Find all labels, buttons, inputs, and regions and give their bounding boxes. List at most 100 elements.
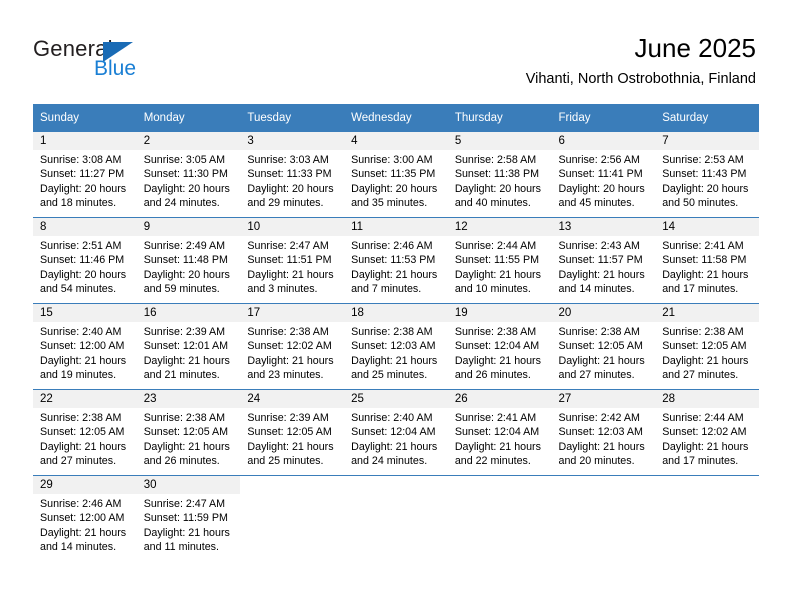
calendar-day-cell[interactable]: 2 Sunrise: 3:05 AM Sunset: 11:30 PM Dayligh… xyxy=(136,131,241,218)
daylight-duration-line1: Daylight: 21 hours xyxy=(662,268,749,281)
daylight-duration-line1: Daylight: 21 hours xyxy=(143,526,230,539)
daylight-duration-line1: Daylight: 20 hours xyxy=(40,182,127,195)
day-number: 9 xyxy=(143,221,151,233)
sunrise-time: Sunrise: 2:38 AM xyxy=(247,326,329,338)
day-cell-inner: 8 Sunrise: 2:51 AM Sunset: 11:46 PM Dayligh… xyxy=(33,218,137,303)
day-cell-inner: 24 Sunrise: 2:39 AM Sunset: 12:05 AM Daylig… xyxy=(240,390,345,475)
day-number: 26 xyxy=(454,393,468,405)
sunset-time: Sunset: 11:48 PM xyxy=(143,254,228,267)
calendar-day-cell[interactable]: 24 Sunrise: 2:39 AM Sunset: 12:05 AM Daylig… xyxy=(240,389,345,476)
sunset-time: Sunset: 11:35 PM xyxy=(351,168,436,181)
day-sun-info: Sunrise: 2:47 AM Sunset: 11:51 PM Daylight… xyxy=(240,236,344,296)
sunrise-time: Sunrise: 2:44 AM xyxy=(662,412,744,424)
sunrise-time: Sunrise: 2:42 AM xyxy=(558,412,640,424)
sunrise-time: Sunrise: 2:38 AM xyxy=(662,326,744,338)
calendar-day-cell[interactable]: 26 Sunrise: 2:41 AM Sunset: 12:04 AM Daylig… xyxy=(447,389,552,476)
calendar-day-cell[interactable]: 5 Sunrise: 2:58 AM Sunset: 11:38 PM Dayligh… xyxy=(447,131,552,218)
calendar-day-cell[interactable]: 3 Sunrise: 3:03 AM Sunset: 11:33 PM Dayligh… xyxy=(240,131,345,218)
calendar-header-row: Sunday Monday Tuesday Wednesday Thursday… xyxy=(33,104,759,132)
day-sun-info: Sunrise: 2:49 AM Sunset: 11:48 PM Daylight… xyxy=(137,236,241,296)
calendar-day-cell[interactable]: 11 Sunrise: 2:46 AM Sunset: 11:53 PM Daylig… xyxy=(344,217,448,304)
calendar-day-cell[interactable]: 18 Sunrise: 2:38 AM Sunset: 12:03 AM Daylig… xyxy=(344,303,448,390)
day-sun-info: Sunrise: 2:40 AM Sunset: 12:04 AM Daylight… xyxy=(344,408,448,468)
daylight-duration-line2: and 24 minutes. xyxy=(351,454,428,467)
sunrise-time: Sunrise: 2:40 AM xyxy=(351,412,433,424)
calendar-day-cell[interactable]: 1 Sunrise: 3:08 AM Sunset: 11:27 PM Dayligh… xyxy=(33,131,137,218)
calendar-day-cell[interactable]: 17 Sunrise: 2:38 AM Sunset: 12:02 AM Daylig… xyxy=(240,303,345,390)
sunrise-time: Sunrise: 2:40 AM xyxy=(40,326,122,338)
day-sun-info: Sunrise: 2:58 AM Sunset: 11:38 PM Daylight… xyxy=(448,150,552,210)
day-number: 30 xyxy=(143,479,157,491)
calendar-day-cell[interactable]: 9 Sunrise: 2:49 AM Sunset: 11:48 PM Dayligh… xyxy=(136,217,241,304)
calendar-week-row: 8 Sunrise: 2:51 AM Sunset: 11:46 PM Dayligh… xyxy=(33,217,759,304)
day-sun-info: Sunrise: 2:56 AM Sunset: 11:41 PM Daylight… xyxy=(552,150,656,210)
calendar-day-cell[interactable]: 23 Sunrise: 2:38 AM Sunset: 12:05 AM Daylig… xyxy=(136,389,241,476)
calendar-week-row: 15 Sunrise: 2:40 AM Sunset: 12:00 AM Daylig… xyxy=(33,303,759,390)
calendar-day-cell[interactable]: 12 Sunrise: 2:44 AM Sunset: 11:55 PM Daylig… xyxy=(447,217,552,304)
sunrise-time: Sunrise: 2:41 AM xyxy=(454,412,537,424)
sunrise-time: Sunrise: 3:00 AM xyxy=(351,154,433,166)
calendar-page: General Blue June 2025 Vihanti, North Os… xyxy=(0,0,792,612)
day-number: 18 xyxy=(351,307,364,319)
sunrise-time: Sunrise: 2:49 AM xyxy=(143,240,226,252)
day-sun-info: Sunrise: 2:38 AM Sunset: 12:05 AM Daylight… xyxy=(137,408,241,468)
calendar-day-cell[interactable]: 21 Sunrise: 2:38 AM Sunset: 12:05 AM Daylig… xyxy=(655,303,759,390)
daylight-duration-line2: and 24 minutes. xyxy=(143,196,220,209)
calendar-day-cell[interactable]: 19 Sunrise: 2:38 AM Sunset: 12:04 AM Daylig… xyxy=(447,303,552,390)
day-sun-info: Sunrise: 2:38 AM Sunset: 12:03 AM Daylight… xyxy=(344,322,448,382)
daylight-duration-line1: Daylight: 21 hours xyxy=(454,354,541,367)
calendar-day-cell[interactable]: 14 Sunrise: 2:41 AM Sunset: 11:58 PM Daylig… xyxy=(655,217,759,304)
calendar-day-cell[interactable]: 29 Sunrise: 2:46 AM Sunset: 12:00 AM Daylig… xyxy=(33,475,137,561)
day-number: 28 xyxy=(662,393,676,405)
daylight-duration-line2: and 17 minutes. xyxy=(662,282,739,295)
day-sun-info: Sunrise: 3:05 AM Sunset: 11:30 PM Daylight… xyxy=(137,150,241,210)
calendar-day-cell[interactable]: 25 Sunrise: 2:40 AM Sunset: 12:04 AM Daylig… xyxy=(344,389,448,476)
calendar-day-cell[interactable]: 28 Sunrise: 2:44 AM Sunset: 12:02 AM Daylig… xyxy=(655,389,759,476)
sunset-time: Sunset: 11:46 PM xyxy=(40,254,125,267)
day-cell-inner: 28 Sunrise: 2:44 AM Sunset: 12:02 AM Daylig… xyxy=(655,390,759,475)
weekday-header-wednesday: Wednesday xyxy=(344,104,448,132)
sunrise-time: Sunrise: 2:56 AM xyxy=(558,154,640,166)
calendar-day-cell[interactable]: 30 Sunrise: 2:47 AM Sunset: 11:59 PM Daylig… xyxy=(136,475,241,561)
sunset-time: Sunset: 12:02 AM xyxy=(662,426,747,439)
calendar-day-cell[interactable]: 27 Sunrise: 2:42 AM Sunset: 12:03 AM Daylig… xyxy=(551,389,656,476)
day-cell-inner: 16 Sunrise: 2:39 AM Sunset: 12:01 AM Daylig… xyxy=(136,304,241,389)
day-sun-info: Sunrise: 2:53 AM Sunset: 11:43 PM Daylight… xyxy=(655,150,759,210)
day-number: 21 xyxy=(662,307,676,319)
day-number: 19 xyxy=(454,307,468,319)
sunrise-time: Sunrise: 2:43 AM xyxy=(558,240,640,252)
calendar-day-cell[interactable]: 7 Sunrise: 2:53 AM Sunset: 11:43 PM Dayligh… xyxy=(655,131,759,218)
calendar-day-cell[interactable]: 8 Sunrise: 2:51 AM Sunset: 11:46 PM Dayligh… xyxy=(33,217,137,304)
calendar-day-cell[interactable]: 10 Sunrise: 2:47 AM Sunset: 11:51 PM Daylig… xyxy=(240,217,345,304)
sunset-time: Sunset: 11:58 PM xyxy=(662,254,747,267)
daylight-duration-line1: Daylight: 21 hours xyxy=(558,440,645,453)
calendar-day-cell[interactable]: 13 Sunrise: 2:43 AM Sunset: 11:57 PM Daylig… xyxy=(551,217,656,304)
sunset-time: Sunset: 11:57 PM xyxy=(558,254,643,267)
sunrise-time: Sunrise: 2:44 AM xyxy=(454,240,537,252)
calendar-week-row: 22 Sunrise: 2:38 AM Sunset: 12:05 AM Daylig… xyxy=(33,389,759,476)
day-cell-inner: 5 Sunrise: 2:58 AM Sunset: 11:38 PM Dayligh… xyxy=(447,132,552,217)
calendar-day-cell[interactable]: 20 Sunrise: 2:38 AM Sunset: 12:05 AM Daylig… xyxy=(551,303,656,390)
day-sun-info: Sunrise: 2:38 AM Sunset: 12:05 AM Daylight… xyxy=(33,408,137,468)
day-cell-inner: 11 Sunrise: 2:46 AM Sunset: 11:53 PM Daylig… xyxy=(344,218,448,303)
daylight-duration-line2: and 3 minutes. xyxy=(247,282,318,295)
generalblue-logo[interactable]: General Blue xyxy=(33,36,233,84)
day-number: 29 xyxy=(40,479,53,491)
sunrise-time: Sunrise: 2:53 AM xyxy=(662,154,744,166)
calendar-day-cell[interactable]: 15 Sunrise: 2:40 AM Sunset: 12:00 AM Daylig… xyxy=(33,303,137,390)
calendar-day-cell[interactable]: 4 Sunrise: 3:00 AM Sunset: 11:35 PM Dayligh… xyxy=(344,131,448,218)
calendar-day-cell[interactable]: 22 Sunrise: 2:38 AM Sunset: 12:05 AM Daylig… xyxy=(33,389,137,476)
daylight-duration-line2: and 14 minutes. xyxy=(558,282,635,295)
daylight-duration-line2: and 54 minutes. xyxy=(40,282,117,295)
sunset-time: Sunset: 12:04 AM xyxy=(351,426,436,439)
daylight-duration-line1: Daylight: 21 hours xyxy=(40,440,127,453)
calendar-day-cell[interactable]: 6 Sunrise: 2:56 AM Sunset: 11:41 PM Dayligh… xyxy=(551,131,656,218)
daylight-duration-line2: and 19 minutes. xyxy=(40,368,117,381)
daylight-duration-line2: and 40 minutes. xyxy=(454,196,531,209)
daylight-duration-line1: Daylight: 21 hours xyxy=(454,440,541,453)
sunset-time: Sunset: 11:55 PM xyxy=(454,254,539,267)
sunset-time: Sunset: 11:27 PM xyxy=(40,168,125,181)
calendar-day-cell[interactable]: 16 Sunrise: 2:39 AM Sunset: 12:01 AM Daylig… xyxy=(136,303,241,390)
daylight-duration-line1: Daylight: 21 hours xyxy=(558,268,645,281)
sunrise-time: Sunrise: 2:38 AM xyxy=(143,412,226,424)
